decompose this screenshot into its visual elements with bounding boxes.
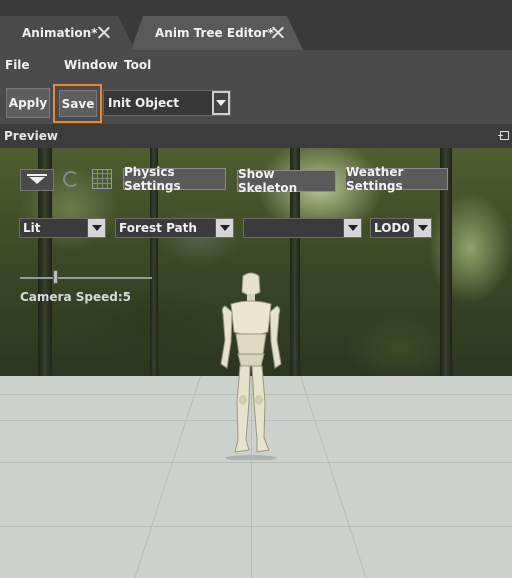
- pin-icon[interactable]: [498, 131, 509, 140]
- left-leg: [234, 365, 251, 453]
- right-knee: [255, 395, 263, 405]
- tab-anim-tree-editor[interactable]: Anim Tree Editor*: [131, 16, 303, 50]
- grid-line: [0, 526, 512, 527]
- preview-header: Preview: [0, 124, 512, 148]
- pelvis: [237, 353, 265, 367]
- dropdown-arrow-icon[interactable]: [343, 219, 361, 237]
- grid-line: [0, 462, 512, 463]
- head: [241, 272, 261, 296]
- preview-title: Preview: [4, 129, 59, 143]
- show-skeleton-button[interactable]: Show Skeleton: [237, 167, 336, 195]
- camera-speed-label: Camera Speed:5: [20, 290, 131, 304]
- apply-button[interactable]: Apply: [6, 88, 50, 118]
- lod-value: LOD0: [374, 221, 410, 235]
- render-mode-select[interactable]: Lit: [19, 218, 106, 238]
- object-select[interactable]: Init Object: [103, 90, 231, 116]
- dropdown-arrow-icon[interactable]: [212, 91, 230, 115]
- grid-icon[interactable]: [92, 169, 112, 189]
- close-icon[interactable]: [97, 26, 110, 39]
- character-model[interactable]: [213, 272, 289, 460]
- environment-select[interactable]: Forest Path: [115, 218, 234, 238]
- menu-file[interactable]: File: [5, 58, 30, 72]
- right-arm: [269, 305, 282, 369]
- refresh-icon[interactable]: [63, 171, 79, 187]
- save-button[interactable]: Save: [59, 90, 97, 117]
- menu-tool[interactable]: Tool: [124, 58, 151, 72]
- camera-speed-slider-thumb[interactable]: [53, 270, 58, 284]
- tab-animation-label: Animation*: [22, 26, 98, 40]
- dropdown-arrow-icon[interactable]: [413, 219, 431, 237]
- lod-select[interactable]: LOD0: [370, 218, 432, 238]
- left-arm: [220, 305, 233, 369]
- close-icon[interactable]: [271, 26, 284, 39]
- preview-viewport[interactable]: Physics Settings Show Skeleton Weather S…: [0, 148, 512, 578]
- physics-settings-button[interactable]: Physics Settings: [123, 165, 226, 193]
- animation-select[interactable]: [243, 218, 362, 238]
- tab-bar: Animation* Anim Tree Editor*: [0, 0, 512, 50]
- abdomen: [235, 333, 267, 355]
- lighting-icon[interactable]: [20, 169, 54, 191]
- tab-anim-tree-editor-label: Anim Tree Editor*: [155, 26, 274, 40]
- torso: [230, 300, 272, 336]
- object-select-value: Init Object: [108, 96, 179, 110]
- save-button-highlight: Save: [53, 84, 102, 123]
- right-leg: [251, 365, 270, 453]
- toolbar: Apply Save Init Object: [0, 82, 512, 124]
- weather-settings-button[interactable]: Weather Settings: [345, 165, 448, 193]
- grid-line: [134, 376, 201, 578]
- environment-value: Forest Path: [119, 221, 197, 235]
- dropdown-arrow-icon[interactable]: [87, 219, 105, 237]
- render-mode-value: Lit: [23, 221, 41, 235]
- grid-line: [300, 376, 367, 578]
- dropdown-arrow-icon[interactable]: [215, 219, 233, 237]
- menu-window[interactable]: Window: [64, 58, 118, 72]
- camera-speed-slider[interactable]: [20, 277, 152, 279]
- menu-bar: File Window Tool: [0, 50, 512, 82]
- tab-animation[interactable]: Animation*: [0, 16, 135, 50]
- shadow: [225, 455, 277, 460]
- left-knee: [239, 395, 247, 405]
